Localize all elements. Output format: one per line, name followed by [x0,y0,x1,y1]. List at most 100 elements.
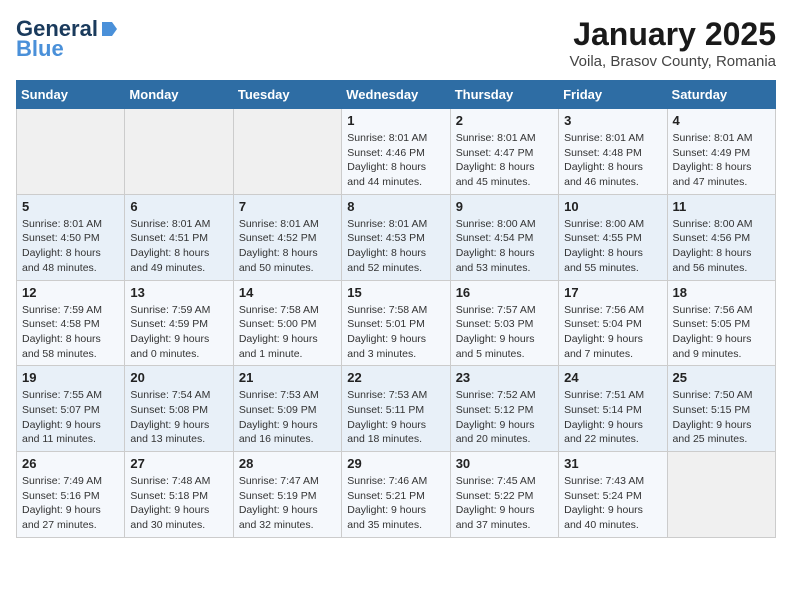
day-info: Sunrise: 8:01 AM Sunset: 4:50 PM Dayligh… [22,217,119,276]
day-number: 3 [564,113,661,128]
day-number: 6 [130,199,227,214]
calendar-cell: 4 Sunrise: 8:01 AM Sunset: 4:49 PM Daylig… [667,109,775,195]
day-number: 16 [456,285,553,300]
weekday-header: Monday [125,81,233,109]
day-info: Sunrise: 7:52 AM Sunset: 5:12 PM Dayligh… [456,388,553,447]
calendar-cell: 26 Sunrise: 7:49 AM Sunset: 5:16 PM Dayli… [17,452,125,538]
weekday-header: Sunday [17,81,125,109]
day-number: 27 [130,456,227,471]
day-number: 5 [22,199,119,214]
calendar-cell: 12 Sunrise: 7:59 AM Sunset: 4:58 PM Dayli… [17,280,125,366]
calendar-cell: 1 Sunrise: 8:01 AM Sunset: 4:46 PM Daylig… [342,109,450,195]
calendar-cell: 11 Sunrise: 8:00 AM Sunset: 4:56 PM Dayli… [667,194,775,280]
day-info: Sunrise: 8:01 AM Sunset: 4:53 PM Dayligh… [347,217,444,276]
calendar-week-row: 26 Sunrise: 7:49 AM Sunset: 5:16 PM Dayli… [17,452,776,538]
day-info: Sunrise: 7:49 AM Sunset: 5:16 PM Dayligh… [22,474,119,533]
calendar-cell: 13 Sunrise: 7:59 AM Sunset: 4:59 PM Dayli… [125,280,233,366]
calendar-cell: 21 Sunrise: 7:53 AM Sunset: 5:09 PM Dayli… [233,366,341,452]
calendar-cell: 16Sunrise: 7:57 AM Sunset: 5:03 PM Dayli… [450,280,558,366]
day-number: 30 [456,456,553,471]
day-number: 4 [673,113,770,128]
day-info: Sunrise: 7:56 AM Sunset: 5:05 PM Dayligh… [673,303,770,362]
day-info: Sunrise: 7:53 AM Sunset: 5:09 PM Dayligh… [239,388,336,447]
day-info: Sunrise: 7:48 AM Sunset: 5:18 PM Dayligh… [130,474,227,533]
day-info: Sunrise: 8:01 AM Sunset: 4:49 PM Dayligh… [673,131,770,190]
day-number: 8 [347,199,444,214]
day-info: Sunrise: 7:56 AM Sunset: 5:04 PM Dayligh… [564,303,661,362]
calendar-cell: 31Sunrise: 7:43 AM Sunset: 5:24 PM Dayli… [559,452,667,538]
day-number: 2 [456,113,553,128]
day-number: 18 [673,285,770,300]
page-header: General Blue January 2025 Voila, Brasov … [16,16,776,70]
calendar-cell: 8 Sunrise: 8:01 AM Sunset: 4:53 PM Daylig… [342,194,450,280]
day-info: Sunrise: 7:59 AM Sunset: 4:58 PM Dayligh… [22,303,119,362]
day-info: Sunrise: 7:58 AM Sunset: 5:01 PM Dayligh… [347,303,444,362]
day-number: 10 [564,199,661,214]
day-number: 13 [130,285,227,300]
calendar-cell: 24 Sunrise: 7:51 AM Sunset: 5:14 PM Dayli… [559,366,667,452]
day-info: Sunrise: 8:01 AM Sunset: 4:52 PM Dayligh… [239,217,336,276]
day-info: Sunrise: 7:58 AM Sunset: 5:00 PM Dayligh… [239,303,336,362]
day-info: Sunrise: 8:01 AM Sunset: 4:46 PM Dayligh… [347,131,444,190]
calendar-cell: 19 Sunrise: 7:55 AM Sunset: 5:07 PM Dayli… [17,366,125,452]
weekday-header: Friday [559,81,667,109]
logo-icon [100,20,118,38]
calendar-week-row: 5 Sunrise: 8:01 AM Sunset: 4:50 PM Daylig… [17,194,776,280]
day-number: 26 [22,456,119,471]
logo: General Blue [16,16,118,62]
calendar-header: SundayMondayTuesdayWednesdayThursdayFrid… [17,81,776,109]
calendar-table: SundayMondayTuesdayWednesdayThursdayFrid… [16,80,776,538]
day-number: 22 [347,370,444,385]
day-number: 29 [347,456,444,471]
day-info: Sunrise: 8:00 AM Sunset: 4:56 PM Dayligh… [673,217,770,276]
day-info: Sunrise: 7:59 AM Sunset: 4:59 PM Dayligh… [130,303,227,362]
day-info: Sunrise: 7:54 AM Sunset: 5:08 PM Dayligh… [130,388,227,447]
day-info: Sunrise: 7:50 AM Sunset: 5:15 PM Dayligh… [673,388,770,447]
calendar-cell: 25 Sunrise: 7:50 AM Sunset: 5:15 PM Dayli… [667,366,775,452]
title-area: January 2025 Voila, Brasov County, Roman… [570,16,777,70]
day-info: Sunrise: 7:46 AM Sunset: 5:21 PM Dayligh… [347,474,444,533]
page-subtitle: Voila, Brasov County, Romania [570,53,777,70]
day-number: 9 [456,199,553,214]
weekday-header: Saturday [667,81,775,109]
calendar-cell: 22 Sunrise: 7:53 AM Sunset: 5:11 PM Dayli… [342,366,450,452]
day-number: 24 [564,370,661,385]
calendar-cell [125,109,233,195]
calendar-cell [667,452,775,538]
day-info: Sunrise: 8:01 AM Sunset: 4:51 PM Dayligh… [130,217,227,276]
calendar-cell: 14 Sunrise: 7:58 AM Sunset: 5:00 PM Dayli… [233,280,341,366]
day-info: Sunrise: 7:47 AM Sunset: 5:19 PM Dayligh… [239,474,336,533]
calendar-cell: 10 Sunrise: 8:00 AM Sunset: 4:55 PM Dayli… [559,194,667,280]
day-info: Sunrise: 7:53 AM Sunset: 5:11 PM Dayligh… [347,388,444,447]
calendar-week-row: 1 Sunrise: 8:01 AM Sunset: 4:46 PM Daylig… [17,109,776,195]
day-info: Sunrise: 7:55 AM Sunset: 5:07 PM Dayligh… [22,388,119,447]
weekday-header: Thursday [450,81,558,109]
calendar-cell: 9 Sunrise: 8:00 AM Sunset: 4:54 PM Daylig… [450,194,558,280]
calendar-week-row: 12 Sunrise: 7:59 AM Sunset: 4:58 PM Dayli… [17,280,776,366]
calendar-cell: 15 Sunrise: 7:58 AM Sunset: 5:01 PM Dayli… [342,280,450,366]
day-number: 21 [239,370,336,385]
calendar-cell: 29 Sunrise: 7:46 AM Sunset: 5:21 PM Dayli… [342,452,450,538]
day-info: Sunrise: 7:51 AM Sunset: 5:14 PM Dayligh… [564,388,661,447]
calendar-cell: 17Sunrise: 7:56 AM Sunset: 5:04 PM Dayli… [559,280,667,366]
calendar-week-row: 19 Sunrise: 7:55 AM Sunset: 5:07 PM Dayli… [17,366,776,452]
day-number: 14 [239,285,336,300]
day-number: 25 [673,370,770,385]
calendar-cell: 28 Sunrise: 7:47 AM Sunset: 5:19 PM Dayli… [233,452,341,538]
day-number: 28 [239,456,336,471]
calendar-cell [233,109,341,195]
day-number: 20 [130,370,227,385]
day-number: 11 [673,199,770,214]
day-number: 15 [347,285,444,300]
day-number: 19 [22,370,119,385]
calendar-cell: 5 Sunrise: 8:01 AM Sunset: 4:50 PM Daylig… [17,194,125,280]
calendar-cell: 27 Sunrise: 7:48 AM Sunset: 5:18 PM Dayli… [125,452,233,538]
day-info: Sunrise: 8:01 AM Sunset: 4:48 PM Dayligh… [564,131,661,190]
day-info: Sunrise: 8:00 AM Sunset: 4:55 PM Dayligh… [564,217,661,276]
day-number: 1 [347,113,444,128]
day-number: 23 [456,370,553,385]
calendar-cell: 20 Sunrise: 7:54 AM Sunset: 5:08 PM Dayli… [125,366,233,452]
day-number: 12 [22,285,119,300]
calendar-cell: 2Sunrise: 8:01 AM Sunset: 4:47 PM Daylig… [450,109,558,195]
day-info: Sunrise: 8:00 AM Sunset: 4:54 PM Dayligh… [456,217,553,276]
